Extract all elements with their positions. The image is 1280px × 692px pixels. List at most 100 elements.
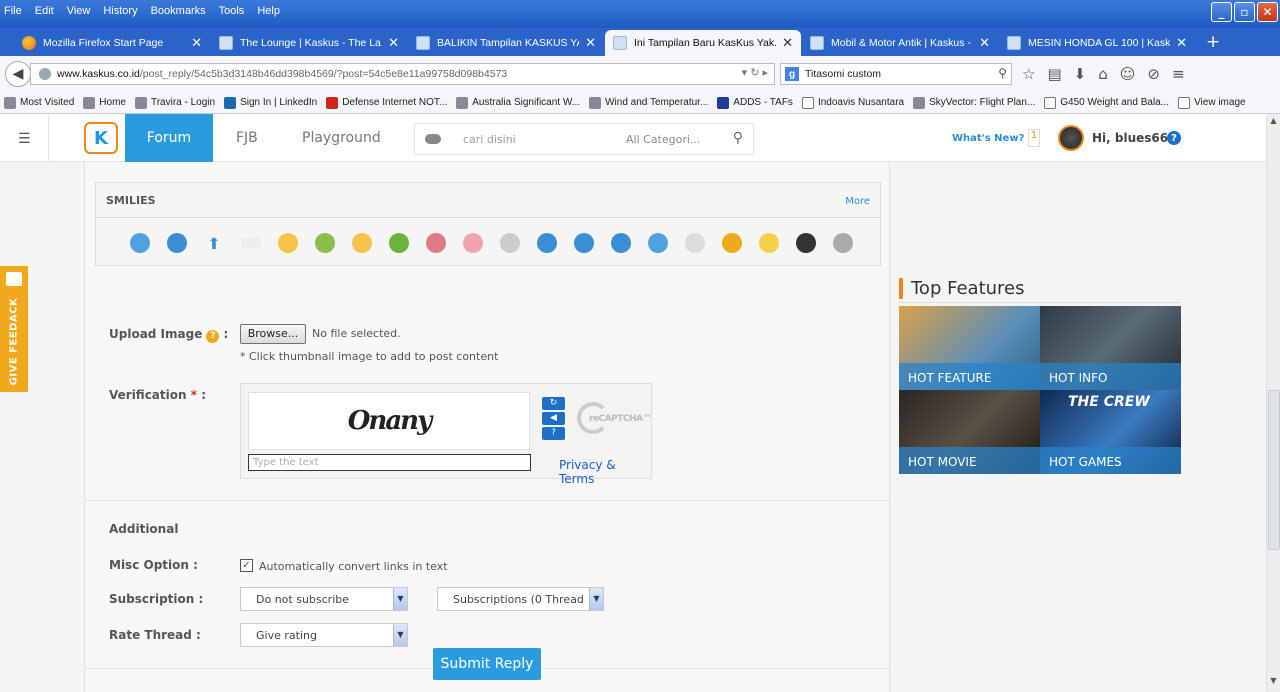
addon-icon[interactable]: ☺	[1120, 65, 1136, 83]
url-bar[interactable]: www.kaskus.co.id/post_reply/54c5b3d3148b…	[30, 63, 775, 85]
bookmark-item[interactable]: Home	[83, 96, 126, 109]
bookmark-item[interactable]: G450 Weight and Bala...	[1044, 96, 1169, 109]
menu-tools[interactable]: Tools	[219, 5, 245, 17]
menu-history[interactable]: History	[103, 5, 137, 17]
scroll-up-icon[interactable]: ▲	[1267, 116, 1280, 130]
scroll-thumb[interactable]	[1268, 390, 1280, 550]
smiley-icon[interactable]	[833, 233, 853, 253]
menu-icon[interactable]: ≡	[1172, 65, 1185, 83]
smiley-icon[interactable]	[167, 233, 187, 253]
home-icon[interactable]: ⌂	[1098, 65, 1108, 83]
nav-playground[interactable]: Playground	[302, 130, 381, 146]
search-icon[interactable]: ⚲	[998, 66, 1007, 80]
report-icon[interactable]	[241, 238, 261, 248]
bookmark-item[interactable]: Sign In | LinkedIn	[224, 96, 317, 109]
bookmark-item[interactable]: ADDS - TAFs	[717, 96, 793, 109]
bookmark-item[interactable]: Australia Significant W...	[456, 96, 580, 109]
menu-help[interactable]: Help	[257, 5, 280, 17]
help-icon[interactable]: ?	[206, 330, 220, 343]
avatar[interactable]	[1058, 125, 1084, 151]
smiley-icon[interactable]	[463, 233, 483, 253]
site-search-input[interactable]: cari disini	[463, 133, 613, 146]
whats-new-link[interactable]: What's New?	[952, 133, 1024, 144]
scroll-down-icon[interactable]: ▼	[1267, 676, 1280, 690]
up-arrow-icon[interactable]: ⬆	[204, 233, 224, 253]
smiley-icon[interactable]	[352, 233, 372, 253]
menu-file[interactable]: File	[4, 5, 22, 17]
star-icon[interactable]: ☆	[1022, 65, 1035, 83]
refresh-icon[interactable]: ↻	[542, 397, 565, 410]
nav-forum[interactable]: Forum	[125, 114, 213, 162]
browser-tab[interactable]: Mozilla Firefox Start Page ✕	[14, 30, 210, 56]
close-window-button[interactable]: ✕	[1257, 2, 1278, 22]
smiley-icon[interactable]	[574, 233, 594, 253]
menu-view[interactable]: View	[67, 5, 91, 17]
notification-badge[interactable]: 1	[1028, 129, 1040, 147]
search-icon[interactable]: ⚲	[733, 130, 743, 146]
browse-button[interactable]: Browse...	[240, 324, 306, 344]
smiley-icon[interactable]	[426, 233, 446, 253]
smiley-icon[interactable]	[796, 233, 816, 253]
browser-tab[interactable]: Mobil & Motor Antik | Kaskus - ... ✕	[802, 30, 998, 56]
captcha-input[interactable]: Type the text	[248, 454, 531, 471]
user-greeting[interactable]: Hi, blues66	[1092, 131, 1168, 145]
smiley-icon[interactable]	[685, 233, 705, 253]
minimize-button[interactable]: _	[1211, 2, 1232, 22]
browser-tab-active[interactable]: Ini Tampilan Baru KasKus Yak... ✕	[605, 30, 801, 56]
adblock-icon[interactable]: ⊘	[1147, 65, 1160, 83]
smiley-icon[interactable]	[759, 233, 779, 253]
vertical-scrollbar[interactable]: ▲ ▼	[1266, 114, 1280, 692]
search-bar[interactable]: g Titasomi custom ⚲	[780, 63, 1012, 85]
bookmark-item[interactable]: Indoavis Nusantara	[801, 96, 904, 109]
smiley-icon[interactable]	[537, 233, 557, 253]
help-icon[interactable]: ?	[1167, 131, 1181, 145]
bookmark-item[interactable]: Defense Internet NOT...	[326, 96, 447, 109]
close-tab-icon[interactable]: ✕	[1176, 35, 1187, 51]
help-icon[interactable]: ?	[542, 427, 565, 440]
smiley-icon[interactable]	[722, 233, 742, 253]
browser-tab[interactable]: MESIN HONDA GL 100 | Kask... ✕	[999, 30, 1195, 56]
audio-icon[interactable]: ◀	[542, 412, 565, 425]
back-button[interactable]: ◀	[5, 61, 31, 87]
give-feedback-tab[interactable]: GIVE FEEDACK	[0, 266, 28, 392]
close-tab-icon[interactable]: ✕	[585, 35, 596, 51]
close-tab-icon[interactable]: ✕	[191, 35, 202, 51]
smiley-icon[interactable]	[648, 233, 668, 253]
new-tab-button[interactable]: +	[1206, 32, 1220, 52]
hot-movie-card[interactable]: HOT MOVIE	[899, 390, 1040, 474]
category-select[interactable]: All Categori...	[626, 133, 700, 146]
menu-bookmarks[interactable]: Bookmarks	[151, 5, 206, 17]
smiley-icon[interactable]	[389, 233, 409, 253]
bookmark-item[interactable]: View image	[1178, 96, 1246, 109]
menu-edit[interactable]: Edit	[35, 5, 54, 17]
smiley-icon[interactable]	[130, 233, 150, 253]
browser-tab[interactable]: The Lounge | Kaskus - The La... ✕	[211, 30, 407, 56]
hamburger-menu-icon[interactable]: ☰	[18, 131, 31, 147]
smiley-icon[interactable]	[500, 233, 520, 253]
smiley-icon[interactable]	[278, 233, 298, 253]
privacy-terms-link[interactable]: Privacy & Terms	[559, 458, 651, 486]
convert-links-checkbox[interactable]: ✓	[240, 559, 253, 572]
close-tab-icon[interactable]: ✕	[388, 35, 399, 51]
subscription-select[interactable]: Do not subscribe ▼	[240, 587, 408, 611]
bookmark-item[interactable]: SkyVector: Flight Plan...	[913, 96, 1035, 109]
subscriptions-select[interactable]: Subscriptions (0 Thread ▼	[437, 587, 604, 611]
maximize-button[interactable]: ▫	[1234, 2, 1255, 22]
browser-tab[interactable]: BALIKIN Tampilan KASKUS YA... ✕	[408, 30, 604, 56]
bookmark-item[interactable]: Travira - Login	[134, 96, 215, 109]
reading-list-icon[interactable]: ▤	[1047, 65, 1061, 83]
kaskus-logo[interactable]: K	[84, 122, 118, 154]
nav-fjb[interactable]: FJB	[236, 130, 258, 146]
hot-feature-card[interactable]: HOT FEATURE	[899, 306, 1040, 390]
bookmark-item[interactable]: Most Visited	[4, 96, 74, 109]
smilies-more-link[interactable]: More	[845, 196, 870, 207]
submit-reply-button[interactable]: Submit Reply	[433, 648, 541, 680]
hot-games-card[interactable]: THE CREW HOT GAMES	[1040, 390, 1181, 474]
close-tab-icon[interactable]: ✕	[782, 35, 793, 51]
close-tab-icon[interactable]: ✕	[979, 35, 990, 51]
download-icon[interactable]: ⬇	[1074, 65, 1087, 83]
bookmark-item[interactable]: Wind and Temperatur...	[589, 96, 708, 109]
hot-info-card[interactable]: HOT INFO	[1040, 306, 1181, 390]
rate-thread-select[interactable]: Give rating ▼	[240, 623, 408, 647]
smiley-icon[interactable]	[611, 233, 631, 253]
